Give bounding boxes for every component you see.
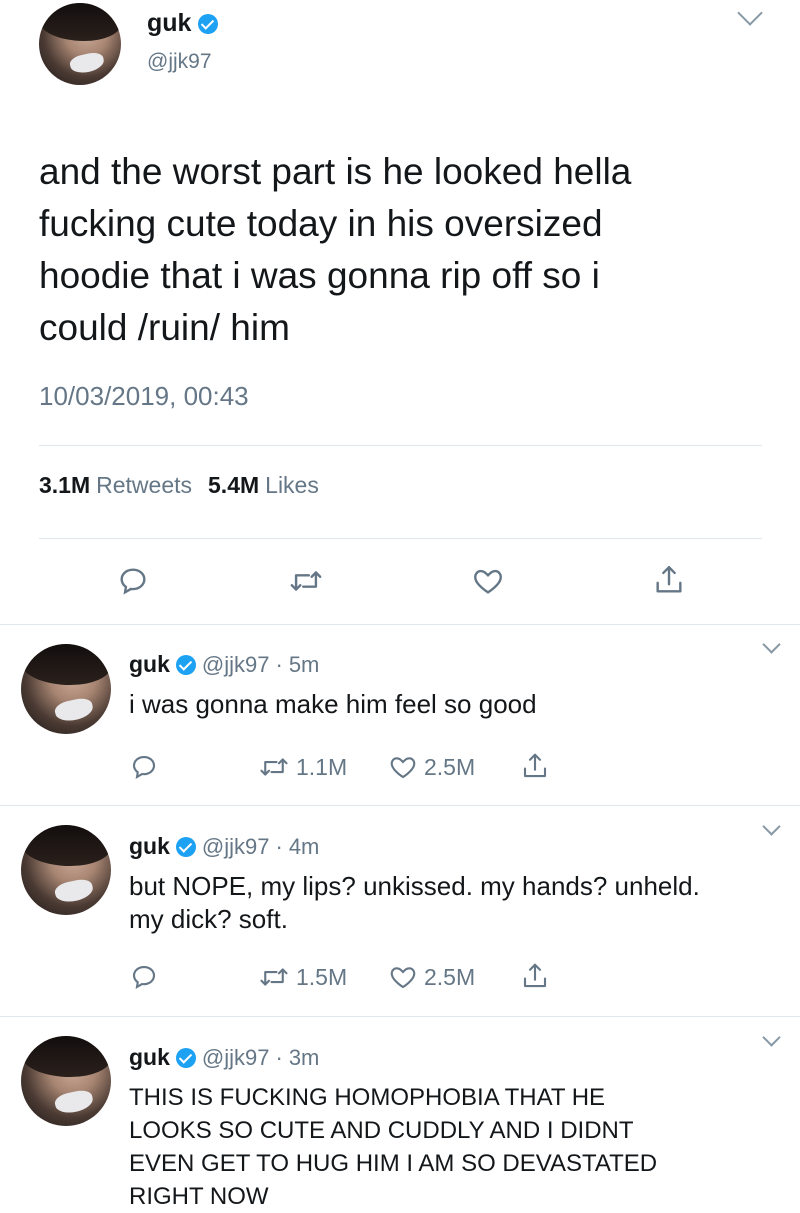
retweets-label: Retweets	[96, 472, 193, 498]
share-icon	[656, 566, 682, 593]
reply-text-line: i was gonna make him feel so good	[129, 689, 537, 719]
reply-text-line: but NOPE, my lips? unkissed. my hands? u…	[129, 871, 700, 901]
engagement-stats: 3.1M Retweets 5.4M Likes	[39, 472, 319, 499]
tweet-text-line: hoodie that i was gonna rip off so i	[39, 255, 600, 296]
timestamp[interactable]: 10/03/2019, 00:43	[39, 381, 249, 412]
likes-stat[interactable]: 5.4M Likes	[208, 472, 319, 499]
avatar[interactable]	[21, 644, 111, 734]
reply-text-line: my dick? soft.	[129, 904, 288, 934]
reply-button[interactable]	[129, 752, 159, 782]
tweet-text-line: could /ruin/ him	[39, 307, 290, 348]
retweet-icon	[260, 758, 288, 776]
reply-text: THIS IS FUCKING HOMOPHOBIA THAT HE LOOKS…	[129, 1081, 657, 1213]
chevron-down-icon[interactable]	[762, 1028, 781, 1047]
reply-header: guk @jjk97 · 4m	[129, 833, 319, 860]
handle[interactable]: @jjk97	[202, 1045, 270, 1071]
reply-header: guk @jjk97 · 3m	[129, 1044, 319, 1071]
reply-text: i was gonna make him feel so good	[129, 688, 537, 721]
separator: ·	[275, 1044, 283, 1070]
reply-text-line: EVEN GET TO HUG HIM I AM SO DEVASTATED	[129, 1150, 658, 1177]
reply-button[interactable]	[116, 564, 150, 598]
avatar[interactable]	[39, 3, 121, 85]
handle[interactable]: @jjk97	[202, 834, 270, 860]
tweet-text-line: and the worst part is he looked hella	[39, 151, 632, 192]
divider	[39, 538, 762, 539]
reply-button[interactable]	[129, 962, 159, 992]
divider	[39, 445, 762, 446]
share-button[interactable]	[520, 750, 550, 782]
share-button[interactable]	[652, 562, 686, 598]
retweet-button[interactable]: 1.5M	[258, 962, 347, 992]
reply-text-line: THIS IS FUCKING HOMOPHOBIA THAT HE	[129, 1084, 606, 1111]
tweet-text: and the worst part is he looked hella fu…	[39, 146, 779, 354]
display-name[interactable]: guk	[129, 1044, 170, 1071]
heart-icon	[390, 757, 416, 779]
avatar[interactable]	[21, 1036, 111, 1126]
heart-icon	[474, 569, 502, 594]
like-count: 2.5M	[424, 963, 476, 990]
retweets-count: 3.1M	[39, 472, 91, 498]
verified-badge-icon	[175, 654, 196, 675]
chevron-down-icon[interactable]	[762, 635, 781, 654]
tweet-time[interactable]: 4m	[289, 834, 320, 860]
retweet-icon	[260, 968, 288, 986]
like-button[interactable]	[471, 564, 505, 598]
like-button[interactable]: 2.5M	[388, 752, 475, 782]
display-name[interactable]: guk	[147, 9, 191, 38]
chevron-down-icon[interactable]	[762, 817, 781, 836]
divider	[0, 1016, 800, 1017]
share-button[interactable]	[520, 960, 550, 992]
reply-icon	[132, 965, 156, 990]
likes-label: Likes	[265, 472, 319, 498]
verified-badge-icon	[175, 836, 196, 857]
share-icon	[523, 753, 547, 778]
share-icon	[523, 963, 547, 988]
handle[interactable]: @jjk97	[147, 50, 212, 74]
like-button[interactable]: 2.5M	[388, 962, 475, 992]
retweet-count: 1.5M	[296, 963, 348, 990]
tweet-text-line: fucking cute today in his oversized	[39, 203, 603, 244]
retweet-button[interactable]	[288, 564, 324, 598]
separator: ·	[275, 651, 283, 677]
chevron-down-icon[interactable]	[737, 0, 763, 26]
tweet-time[interactable]: 3m	[289, 1045, 320, 1071]
reply-text-line: LOOKS SO CUTE AND CUDDLY AND I DIDNT	[129, 1117, 634, 1144]
like-count: 2.5M	[424, 753, 476, 780]
reply-header: guk @jjk97 · 5m	[129, 651, 319, 678]
verified-badge-icon	[175, 1047, 196, 1068]
reply-icon	[132, 755, 156, 780]
retweet-icon	[290, 571, 322, 591]
reply-text-line: RIGHT NOW	[129, 1183, 269, 1210]
avatar[interactable]	[21, 825, 111, 915]
reply-text: but NOPE, my lips? unkissed. my hands? u…	[129, 870, 700, 936]
display-name[interactable]: guk	[129, 651, 170, 678]
heart-icon	[390, 967, 416, 989]
display-name[interactable]: guk	[129, 833, 170, 860]
reply-icon	[120, 568, 146, 595]
retweet-count: 1.1M	[296, 753, 348, 780]
divider	[0, 805, 800, 806]
retweet-button[interactable]: 1.1M	[258, 752, 347, 782]
tweet-time[interactable]: 5m	[289, 652, 320, 678]
handle[interactable]: @jjk97	[202, 652, 270, 678]
verified-badge-icon	[198, 13, 219, 34]
divider	[0, 624, 800, 625]
separator: ·	[275, 833, 283, 859]
likes-count: 5.4M	[208, 472, 260, 498]
retweets-stat[interactable]: 3.1M Retweets	[39, 472, 192, 499]
